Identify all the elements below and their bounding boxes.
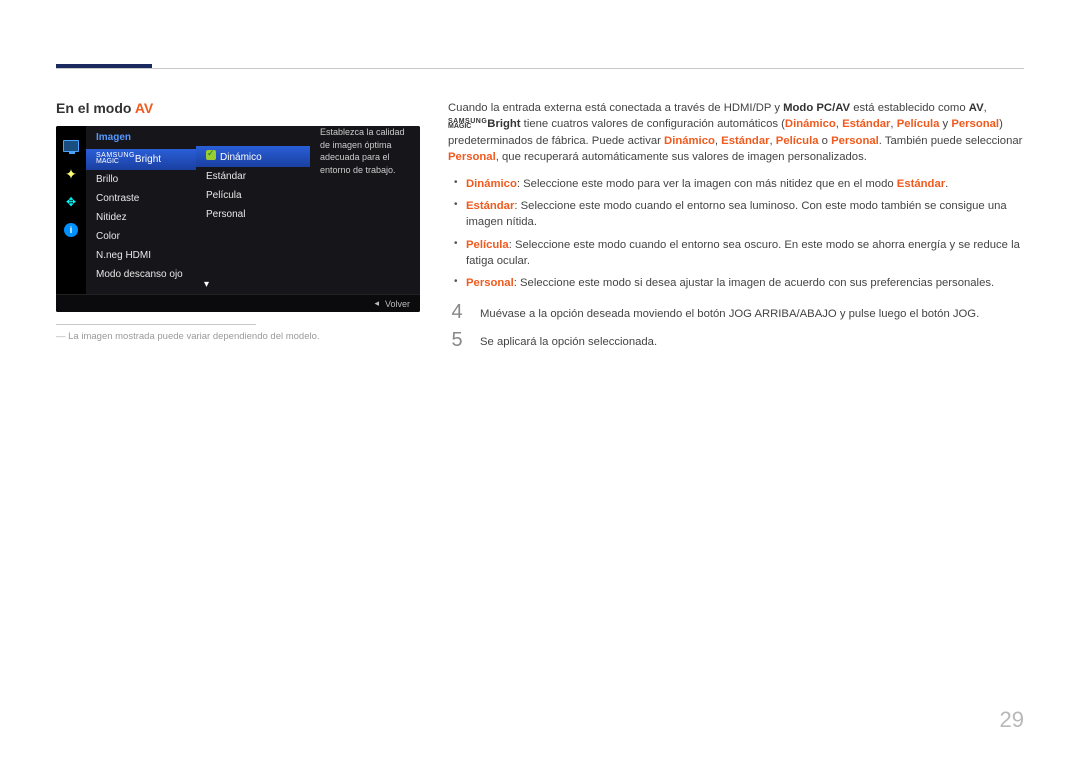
osd-screenshot: ✦ ✥ i Imagen SAMSUNGMAGICBright Brillo C… xyxy=(56,126,420,312)
step-4: 4 Muévase a la opción deseada moviendo e… xyxy=(448,302,1024,322)
osd-item[interactable]: Modo descanso ojo xyxy=(86,265,196,284)
osd-footer: ◂ Volver xyxy=(56,294,420,312)
list-item: Película: Seleccione este modo cuando el… xyxy=(448,237,1024,270)
osd-option[interactable]: Personal xyxy=(196,205,310,224)
title-mode: AV xyxy=(135,100,153,116)
osd-option[interactable]: Película xyxy=(196,186,310,205)
osd-item[interactable]: N.neg HDMI xyxy=(86,246,196,265)
step-5: 5 Se aplicará la opción seleccionada. xyxy=(448,330,1024,350)
header-accent xyxy=(56,64,152,68)
step-text: Muévase a la opción deseada moviendo el … xyxy=(480,302,1024,322)
check-icon xyxy=(206,150,216,160)
osd-description: Establezca la calidad de imagen óptima a… xyxy=(310,126,420,312)
page-number: 29 xyxy=(1000,707,1024,733)
osd-category-header: Imagen xyxy=(86,126,196,149)
step-number: 4 xyxy=(448,302,466,322)
move-icon: ✥ xyxy=(61,192,81,212)
header-rule xyxy=(56,68,1024,69)
intro-paragraph: Cuando la entrada externa está conectada… xyxy=(448,100,1024,166)
info-icon: i xyxy=(61,220,81,240)
osd-icon-rail: ✦ ✥ i xyxy=(56,126,86,312)
section-title: En el modo AV xyxy=(56,100,420,116)
right-column: Cuando la entrada externa está conectada… xyxy=(448,100,1024,359)
osd-item-magicbright[interactable]: SAMSUNGMAGICBright xyxy=(86,149,196,170)
osd-option-dinamico[interactable]: Dinámico xyxy=(196,146,310,167)
content-columns: En el modo AV ✦ ✥ i Imagen SAMSUNGMAGICB… xyxy=(56,100,1024,359)
osd-item[interactable]: Nitidez xyxy=(86,208,196,227)
left-column: En el modo AV ✦ ✥ i Imagen SAMSUNGMAGICB… xyxy=(56,100,420,359)
mode-list: Dinámico: Seleccione este modo para ver … xyxy=(448,176,1024,292)
disclaimer-text: La imagen mostrada puede variar dependie… xyxy=(56,331,420,342)
list-item: Estándar: Seleccione este modo cuando el… xyxy=(448,198,1024,231)
osd-back-label[interactable]: Volver xyxy=(385,299,410,309)
monitor-icon xyxy=(61,136,81,156)
osd-option[interactable]: Estándar xyxy=(196,167,310,186)
list-item: Dinámico: Seleccione este modo para ver … xyxy=(448,176,1024,192)
title-prefix: En el modo xyxy=(56,100,135,116)
page: En el modo AV ✦ ✥ i Imagen SAMSUNGMAGICB… xyxy=(0,0,1080,763)
list-item: Personal: Seleccione este modo si desea … xyxy=(448,275,1024,291)
osd-item[interactable]: Brillo xyxy=(86,170,196,189)
down-arrow-icon: ▾ xyxy=(204,279,209,290)
osd-submenu-column: Dinámico Estándar Película Personal xyxy=(196,126,310,312)
osd-item[interactable]: Color xyxy=(86,227,196,246)
star-icon: ✦ xyxy=(61,164,81,184)
disclaimer-rule xyxy=(56,324,256,325)
osd-item[interactable]: Contraste xyxy=(86,189,196,208)
osd-menu-column: Imagen SAMSUNGMAGICBright Brillo Contras… xyxy=(86,126,196,312)
step-text: Se aplicará la opción seleccionada. xyxy=(480,330,1024,350)
step-number: 5 xyxy=(448,330,466,350)
back-arrow-icon: ◂ xyxy=(374,298,379,309)
